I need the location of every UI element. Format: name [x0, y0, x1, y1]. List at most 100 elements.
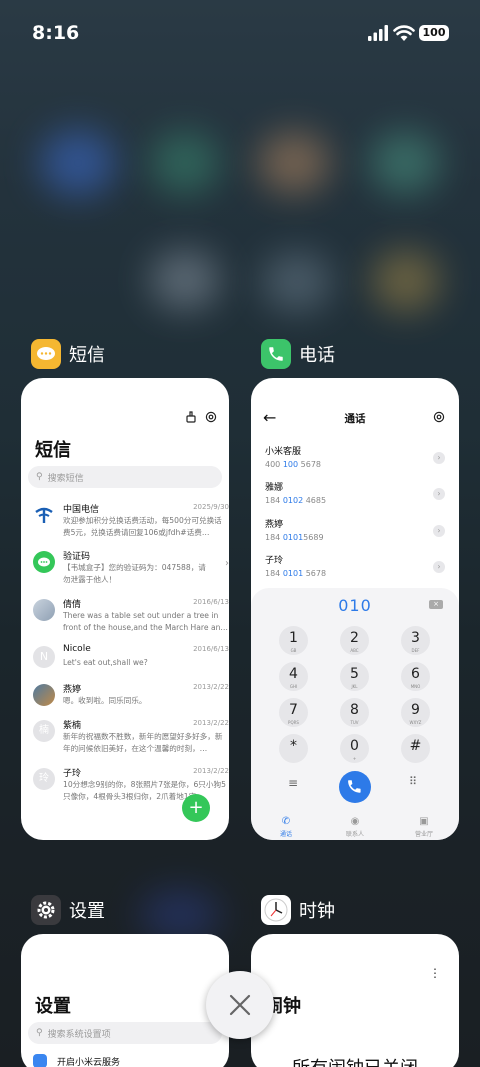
contact-name: 小米客服 [265, 447, 302, 457]
avatar: 玲 [33, 768, 55, 790]
contact-row[interactable]: 小米客服 400 100 5678 › [265, 444, 445, 469]
clock-app-icon [261, 895, 291, 925]
close-icon [229, 994, 251, 1016]
dialpad: 010 × 1 GB 2 ABC 3 DEF 4 GHI 5 JKL 6 MNO 7 PQRS… [251, 588, 459, 840]
dialed-number: 010 [338, 596, 372, 615]
message-date: 2025/9/30 [193, 503, 229, 511]
dial-key-5[interactable]: 5 JKL [340, 662, 369, 691]
dial-key-9[interactable]: 9 WXYZ [401, 698, 430, 727]
message-date: 2016/6/13 [193, 645, 229, 653]
app-name: 设置 [69, 901, 105, 922]
dial-key-3[interactable]: 3 DEF [401, 626, 430, 655]
list-item[interactable]: 中国电信 2025/9/30 欢迎参加积分兑换话费活动，每500分可兑换话费5元… [33, 502, 229, 542]
settings-app-icon [31, 895, 61, 925]
sms-toolbar [185, 411, 217, 423]
contact-row[interactable]: 雅娜 184 0102 4685 › [265, 480, 445, 505]
dial-key-8[interactable]: 8 TUV [340, 698, 369, 727]
message-preview: Let's eat out,shall we? [63, 658, 148, 667]
person-icon: ◉ [350, 816, 360, 827]
clear-all-button[interactable] [206, 971, 274, 1039]
broom-icon[interactable] [185, 411, 197, 423]
status-bar: 8:16 100 [0, 0, 480, 66]
app-name: 短信 [69, 345, 105, 366]
message-preview: There was a table set out under a tree i… [63, 611, 229, 632]
message-preview: 新年的祝福数不胜数，新年的愿望好多好多，新年的问候依旧美好，在这个温馨的时刻，… [63, 732, 223, 753]
dial-key-6[interactable]: 6 MNO [401, 662, 430, 691]
app-header-sms[interactable]: 短信 [31, 338, 105, 370]
sender-name: 验证码 [63, 552, 91, 562]
search-icon: ⚲ [36, 1028, 43, 1038]
list-item[interactable]: 楠 紫楠 2013/2/22 新年的祝福数不胜数，新年的愿望好多好多，新年的问候… [33, 718, 229, 756]
search-icon: ⚲ [36, 472, 43, 482]
gear-icon[interactable] [205, 411, 217, 423]
dial-key-4[interactable]: 4 GHI [279, 662, 308, 691]
contact-row[interactable]: 子玲 184 0101 5678 › [265, 553, 445, 578]
avatar [33, 599, 55, 621]
chevron-right-icon[interactable]: › [433, 525, 445, 537]
sender-name: 子玲 [63, 769, 82, 779]
china-telecom-logo [33, 504, 55, 526]
settings-app-card[interactable]: 设置 ⚲ 搜索系统设置项 开启小米云服务 [21, 934, 229, 1067]
avatar: N [33, 646, 55, 668]
sender-name: 紫楠 [63, 721, 82, 731]
phone-app-icon [261, 339, 291, 369]
gear-icon[interactable] [433, 411, 445, 423]
chevron-right-icon[interactable]: › [433, 452, 445, 464]
more-icon[interactable]: ⋮ [429, 966, 441, 980]
wifi-icon [393, 25, 415, 41]
app-header-settings[interactable]: 设置 [31, 894, 105, 926]
chevron-right-icon: › [225, 558, 229, 569]
list-item[interactable]: 开启小米云服务 [33, 1054, 120, 1067]
app-header-phone[interactable]: 电话 [261, 338, 335, 370]
contact-number: 184 01015689 [265, 533, 324, 542]
list-item[interactable]: N Nicole 2016/6/13 Let's eat out,shall w… [33, 644, 229, 672]
avatar [33, 684, 55, 706]
search-placeholder: 搜索短信 [47, 473, 84, 484]
phone-icon [348, 780, 361, 793]
list-item[interactable]: 倩倩 2016/6/13 There was a table set out u… [33, 597, 229, 635]
menu-icon[interactable]: ≡ [288, 776, 298, 790]
dial-key-star[interactable]: * [279, 734, 308, 763]
page-title: 短信 [35, 440, 71, 461]
list-item[interactable]: 验证码 › 【韦城盒子】您的验证码为：047588，请勿泄露于他人！ [33, 549, 229, 587]
sender-name: 中国电信 [63, 505, 100, 515]
dial-key-7[interactable]: 7 PQRS [279, 698, 308, 727]
sms-app-card[interactable]: 短信 ⚲ 搜索短信 中国电信 2025/9/30 欢迎参加积分兑换话费活动，每5… [21, 378, 229, 840]
cloud-icon [33, 1054, 47, 1067]
sms-app-icon [31, 339, 61, 369]
message-date: 2016/6/13 [193, 598, 229, 606]
verification-avatar [33, 551, 55, 573]
signal-icon [368, 25, 388, 41]
settings-search-input[interactable]: ⚲ 搜索系统设置项 [28, 1022, 222, 1044]
tab-calls[interactable]: ✆ 通话 [266, 816, 306, 838]
keypad-icon[interactable]: ⠿ [409, 775, 417, 788]
dial-key-hash[interactable]: # [401, 734, 430, 763]
contact-name: 雅娜 [265, 483, 284, 493]
phone-icon: ✆ [281, 816, 291, 827]
app-name: 时钟 [299, 901, 335, 922]
sms-search-input[interactable]: ⚲ 搜索短信 [28, 466, 222, 488]
call-button[interactable] [339, 771, 371, 803]
status-time: 8:16 [32, 22, 80, 44]
tab-service-hall[interactable]: ▣ 营业厅 [404, 816, 444, 838]
dial-key-1[interactable]: 1 GB [279, 626, 308, 655]
chevron-right-icon[interactable]: › [433, 561, 445, 573]
list-item[interactable]: 燕婷 2013/2/22 嗯。收到啦。同乐同乐。 [33, 682, 229, 710]
phone-app-card[interactable]: ← 通话 小米客服 400 100 5678 › 雅娜 184 0102 468… [251, 378, 459, 840]
message-date: 2013/2/22 [193, 719, 229, 727]
dial-key-2[interactable]: 2 ABC [340, 626, 369, 655]
new-message-button[interactable]: + [182, 794, 210, 822]
app-header-clock[interactable]: 时钟 [261, 894, 335, 926]
app-name: 电话 [299, 345, 335, 366]
contact-row[interactable]: 燕婷 184 01015689 › [265, 517, 445, 542]
dial-key-0[interactable]: 0 + [340, 734, 369, 763]
tab-contacts[interactable]: ◉ 联系人 [335, 816, 375, 838]
search-placeholder: 搜索系统设置项 [47, 1029, 111, 1040]
page-title: 通话 [344, 413, 366, 425]
alarm-status-text: 所有闹钟已关闭 [251, 1054, 459, 1067]
backspace-icon[interactable]: × [429, 600, 443, 609]
chevron-right-icon[interactable]: › [433, 488, 445, 500]
contact-number: 184 0102 4685 [265, 496, 327, 505]
clock-app-card[interactable]: ⋮ 闹钟 所有闹钟已关闭 [251, 934, 459, 1067]
sender-name: Nicole [63, 644, 91, 654]
